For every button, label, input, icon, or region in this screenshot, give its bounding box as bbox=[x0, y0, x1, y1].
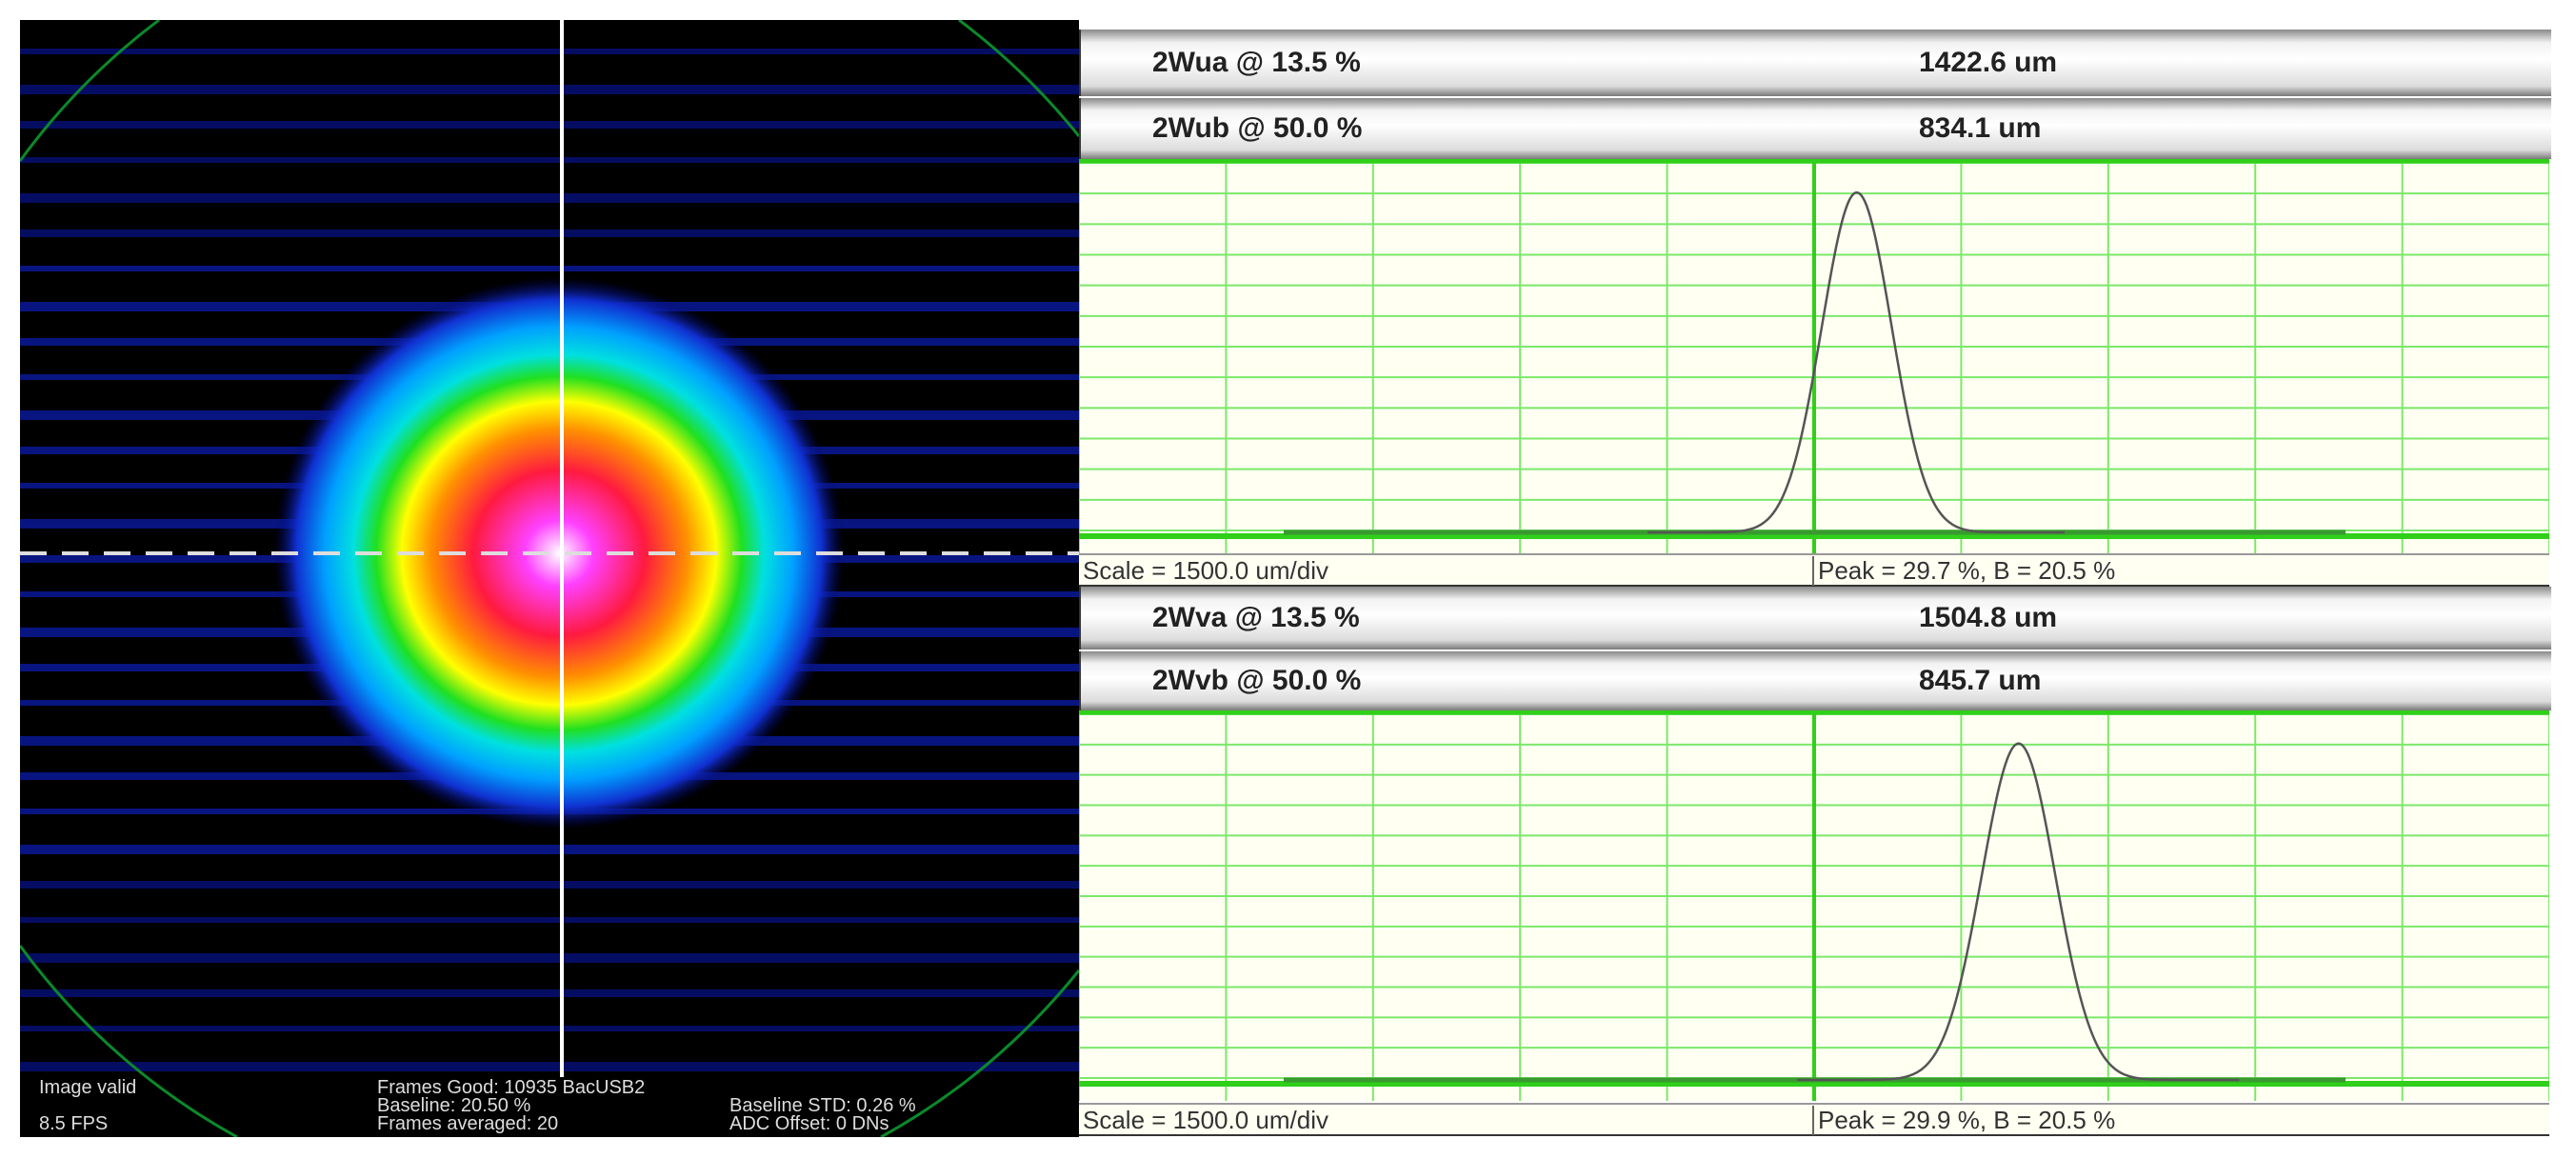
aperture-arc bbox=[20, 945, 238, 1137]
image-status: Image valid bbox=[39, 1077, 137, 1098]
streak bbox=[20, 157, 1079, 163]
width-row-2wub: 2Wub @ 50.0 % 834.1 um bbox=[1079, 98, 2551, 159]
profile-panel: 2Wua @ 13.5 % 1422.6 um 2Wub @ 50.0 % 83… bbox=[1079, 30, 2551, 1136]
fps-readout: 8.5 FPS bbox=[39, 1113, 109, 1134]
width-value: 834.1 um bbox=[1919, 112, 2042, 144]
width-row-2wvb: 2Wvb @ 50.0 % 845.7 um bbox=[1079, 651, 2551, 710]
profile-u-footer: Scale = 1500.0 um/div Peak = 29.7 %, B =… bbox=[1079, 553, 2549, 587]
width-value: 1422.6 um bbox=[1919, 47, 2058, 78]
profile-v-footer: Scale = 1500.0 um/div Peak = 29.9 %, B =… bbox=[1079, 1103, 2549, 1136]
frames-averaged: Frames averaged: 20 bbox=[377, 1113, 559, 1134]
streak bbox=[20, 1026, 1079, 1031]
width-label: 2Wvb @ 50.0 % bbox=[1152, 665, 1362, 696]
streak bbox=[20, 989, 1079, 997]
profile-v-chart bbox=[1079, 710, 2549, 1101]
beam-image bbox=[20, 20, 1079, 1137]
width-label: 2Wua @ 13.5 % bbox=[1152, 47, 1361, 78]
adc-offset: ADC Offset: 0 DNs bbox=[729, 1113, 889, 1134]
peak-label: Peak = 29.7 %, B = 20.5 % bbox=[1812, 556, 2115, 586]
streak bbox=[20, 49, 1079, 54]
streak bbox=[20, 845, 1079, 854]
streak bbox=[20, 121, 1079, 129]
width-label: 2Wva @ 13.5 % bbox=[1152, 602, 1360, 633]
scale-label: Scale = 1500.0 um/div bbox=[1083, 1106, 1328, 1134]
streak bbox=[20, 266, 1079, 271]
width-row-2wva: 2Wva @ 13.5 % 1504.8 um bbox=[1079, 587, 2551, 649]
peak-label: Peak = 29.9 %, B = 20.5 % bbox=[1812, 1106, 2115, 1135]
streak bbox=[20, 1062, 1079, 1071]
width-value: 845.7 um bbox=[1919, 665, 2042, 696]
streak bbox=[20, 953, 1079, 963]
width-row-2wua: 2Wua @ 13.5 % 1422.6 um bbox=[1079, 30, 2551, 96]
width-value: 1504.8 um bbox=[1919, 602, 2058, 633]
aperture-arc bbox=[958, 20, 1079, 137]
scale-label: Scale = 1500.0 um/div bbox=[1083, 556, 1328, 585]
streak bbox=[20, 193, 1079, 203]
streak bbox=[20, 881, 1079, 889]
streak bbox=[20, 230, 1079, 237]
streak bbox=[20, 85, 1079, 94]
beam-image-view[interactable]: Image valid 8.5 FPS Frames Good: 10935 B… bbox=[20, 20, 1079, 1137]
profile-u-chart bbox=[1079, 159, 2549, 553]
width-label: 2Wub @ 50.0 % bbox=[1152, 112, 1363, 144]
streak bbox=[20, 917, 1079, 923]
